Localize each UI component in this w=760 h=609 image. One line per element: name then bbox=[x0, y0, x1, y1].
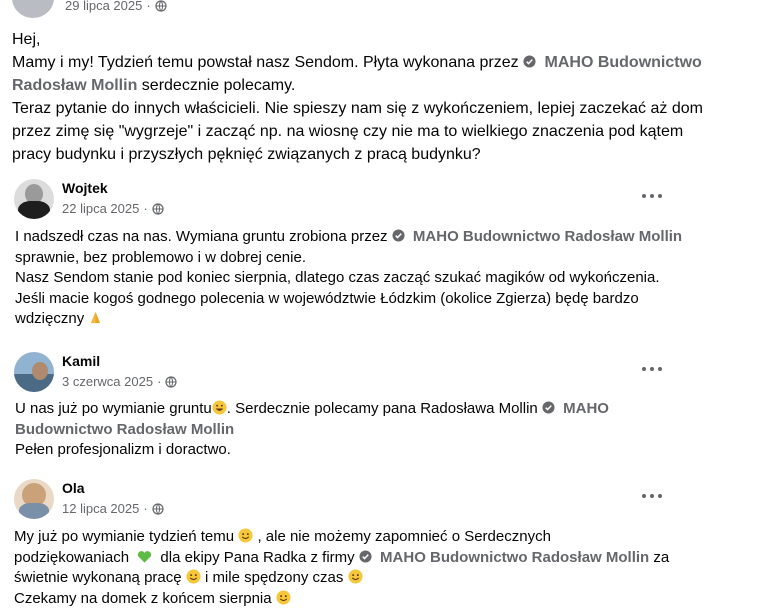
comment-body: I nadszedł czas na nas. Wymiana gruntu z… bbox=[15, 228, 683, 327]
page-mention-link[interactable]: MAHO Budownictwo Radosław Mollin bbox=[413, 228, 682, 245]
more-options-icon[interactable] bbox=[642, 493, 662, 499]
globe-icon bbox=[152, 502, 164, 515]
page-mention-link-cont[interactable]: Budownictwo Radosław Mollin bbox=[15, 420, 735, 441]
folded-hands-icon bbox=[91, 311, 101, 324]
page-mention-link[interactable]: MAHO Budownictwo bbox=[545, 54, 702, 71]
page-mention-link[interactable]: MAHO Budownictwo Radosław Mollin bbox=[380, 549, 649, 566]
avatar[interactable] bbox=[14, 179, 54, 219]
green-heart-icon bbox=[138, 550, 152, 563]
page-mention-link-cont[interactable]: Radosław Mollin bbox=[12, 77, 137, 94]
avatar[interactable] bbox=[14, 479, 54, 519]
smiling-face-icon bbox=[347, 569, 363, 584]
smiling-face-icon bbox=[186, 569, 201, 584]
verified-badge-icon bbox=[359, 549, 372, 563]
post-date[interactable]: 29 lipca 2025 bbox=[65, 0, 142, 13]
page-mention-link[interactable]: MAHO bbox=[563, 400, 609, 417]
verified-badge-icon bbox=[523, 55, 536, 68]
commenter-name[interactable]: Kamil bbox=[62, 353, 100, 369]
post-meta: 29 lipca 2025 · bbox=[65, 0, 167, 13]
globe-icon bbox=[155, 0, 167, 12]
verified-badge-icon bbox=[542, 401, 555, 414]
globe-icon bbox=[165, 375, 178, 388]
more-options-icon[interactable] bbox=[642, 193, 662, 199]
comment-meta: 22 lipca 2025 · bbox=[62, 201, 164, 216]
comment-body: My już po wymianie tydzień temu , ale ni… bbox=[14, 528, 670, 607]
smiling-face-icon bbox=[238, 528, 253, 543]
more-options-icon[interactable] bbox=[642, 366, 662, 372]
comment-date[interactable]: 12 lipca 2025 bbox=[62, 501, 139, 516]
comment-date[interactable]: 22 lipca 2025 bbox=[62, 201, 139, 216]
comment-body: U nas już po wymianie gruntu. Serdecznie… bbox=[15, 399, 735, 461]
smiling-face-icon bbox=[276, 589, 291, 605]
comment-meta: 12 lipca 2025 · bbox=[62, 501, 164, 516]
globe-icon bbox=[152, 202, 164, 215]
author-avatar[interactable] bbox=[12, 0, 54, 18]
avatar[interactable] bbox=[14, 352, 54, 392]
verified-badge-icon bbox=[392, 229, 405, 242]
commenter-name[interactable]: Ola bbox=[62, 480, 85, 496]
grinning-face-icon bbox=[212, 400, 227, 415]
post-body: Hej, Mamy i my! Tydzień temu powstał nas… bbox=[12, 31, 703, 163]
commenter-name[interactable]: Wojtek bbox=[62, 180, 108, 196]
comment-date[interactable]: 3 czerwca 2025 bbox=[62, 374, 153, 389]
comment-meta: 3 czerwca 2025 · bbox=[62, 374, 178, 389]
